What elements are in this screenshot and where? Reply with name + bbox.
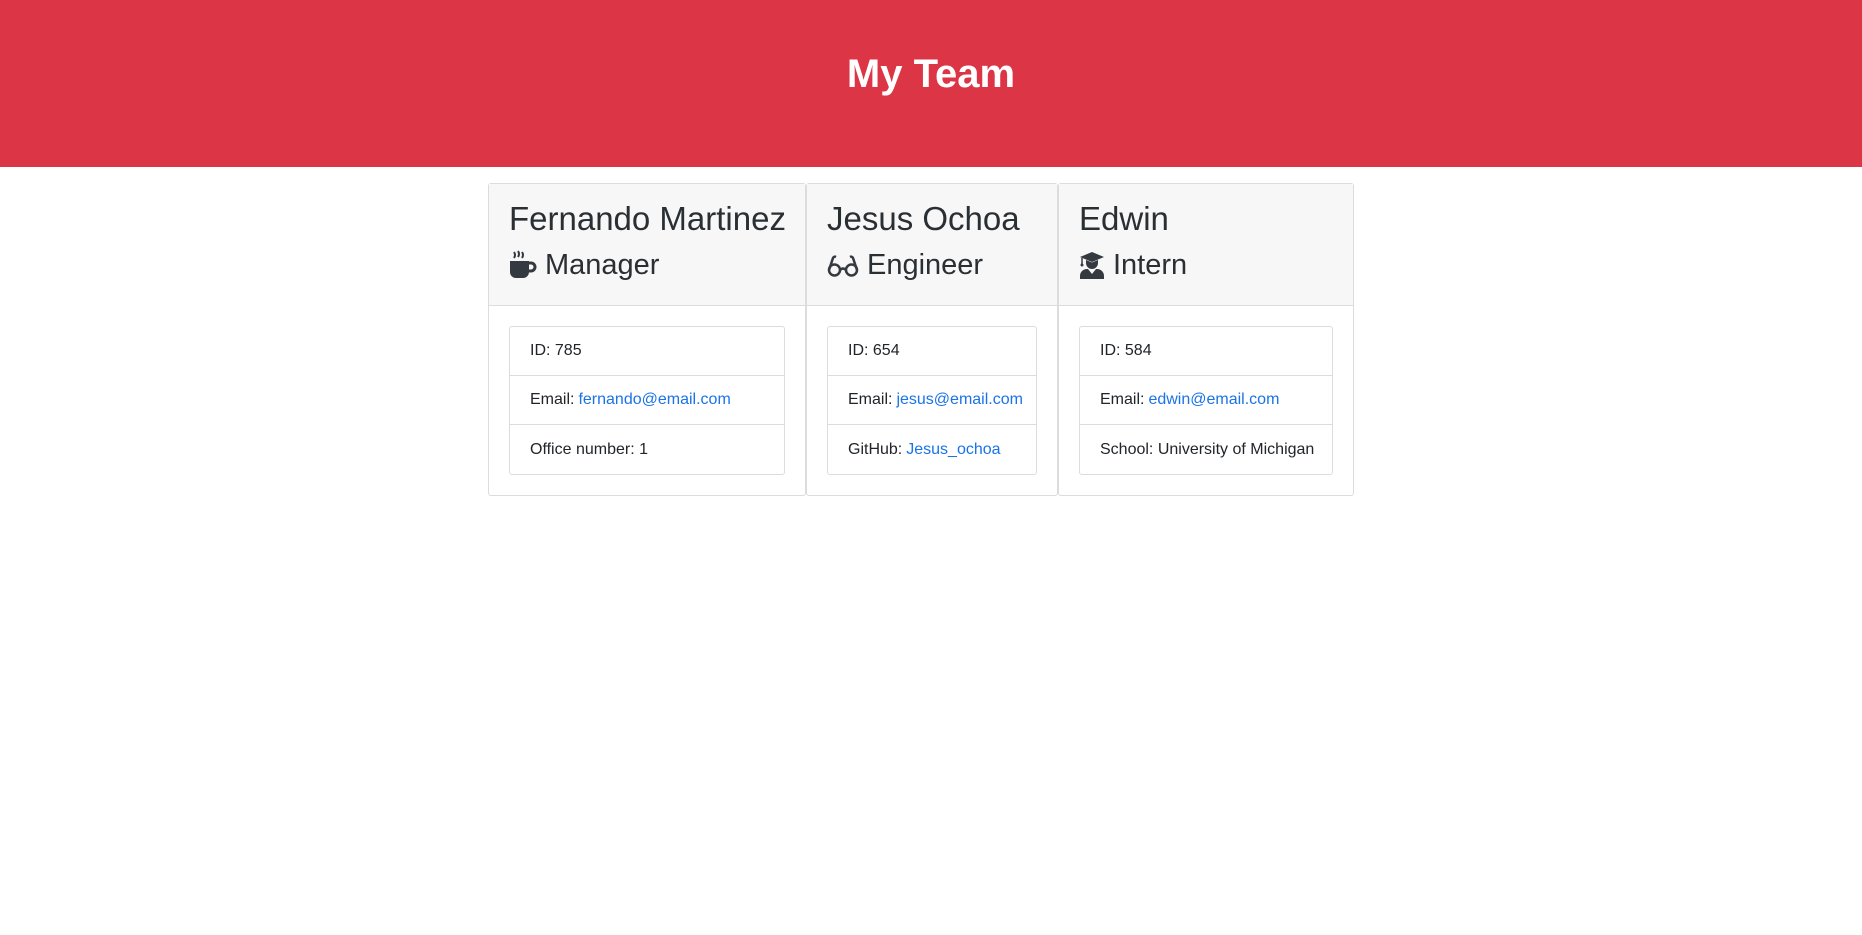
role-label: Engineer [867, 249, 984, 281]
card-header: Fernando Martinez Manager [489, 184, 805, 306]
header-banner: My Team [0, 0, 1862, 167]
employee-school: School: University of Michigan [1080, 425, 1332, 474]
employee-role: Engineer [827, 245, 1037, 285]
github-label: GitHub: [848, 440, 903, 458]
mug-icon [509, 250, 537, 280]
team-cards-row: Fernando Martinez Manager ID: 785 Email:… [488, 183, 1354, 496]
id-text: ID: 584 [1100, 342, 1152, 359]
github-link[interactable]: Jesus_ochoa [906, 441, 1000, 459]
graduate-icon [1079, 250, 1105, 280]
card-header: Jesus Ochoa Engineer [807, 184, 1057, 306]
office-number-text: Office number: 1 [530, 440, 648, 458]
employee-role: Intern [1079, 245, 1333, 285]
employee-card-intern: Edwin Intern ID: 584 Email: edwin@email.… [1058, 183, 1354, 496]
email-label: Email: [530, 391, 575, 408]
page-title: My Team [846, 52, 1016, 96]
employee-email: Email: edwin@email.com [1080, 376, 1332, 425]
glasses-icon [827, 250, 859, 280]
card-body: ID: 654 Email: jesus@email.com GitHub: J… [807, 306, 1057, 495]
employee-details-list: ID: 584 Email: edwin@email.com School: U… [1079, 326, 1333, 475]
employee-id: ID: 785 [510, 327, 784, 376]
employee-email: Email: fernando@email.com [510, 376, 784, 425]
employee-name: Jesus Ochoa [827, 200, 1020, 237]
email-label: Email: [848, 391, 893, 408]
card-body: ID: 584 Email: edwin@email.com School: U… [1059, 306, 1353, 495]
card-body: ID: 785 Email: fernando@email.com Office… [489, 306, 805, 495]
employee-github: GitHub: Jesus_ochoa [828, 425, 1036, 474]
employee-email: Email: jesus@email.com [828, 376, 1036, 425]
employee-name: Fernando Martinez [509, 200, 786, 237]
email-link[interactable]: edwin@email.com [1148, 391, 1279, 409]
card-header: Edwin Intern [1059, 184, 1353, 306]
role-label: Manager [545, 249, 660, 281]
employee-details-list: ID: 785 Email: fernando@email.com Office… [509, 326, 785, 475]
employee-name: Edwin [1079, 200, 1169, 237]
employee-details-list: ID: 654 Email: jesus@email.com GitHub: J… [827, 326, 1037, 475]
id-text: ID: 785 [530, 342, 582, 359]
id-text: ID: 654 [848, 342, 900, 359]
employee-office-number: Office number: 1 [510, 425, 784, 474]
school-text: School: University of Michigan [1100, 440, 1315, 458]
email-link[interactable]: jesus@email.com [896, 391, 1023, 409]
role-label: Intern [1113, 249, 1188, 281]
email-label: Email: [1100, 391, 1145, 408]
employee-id: ID: 584 [1080, 327, 1332, 376]
email-link[interactable]: fernando@email.com [578, 391, 730, 409]
employee-role: Manager [509, 245, 785, 285]
employee-card-engineer: Jesus Ochoa Engineer ID: 654 Email: jesu… [806, 183, 1058, 496]
employee-id: ID: 654 [828, 327, 1036, 376]
employee-card-manager: Fernando Martinez Manager ID: 785 Email:… [488, 183, 806, 496]
